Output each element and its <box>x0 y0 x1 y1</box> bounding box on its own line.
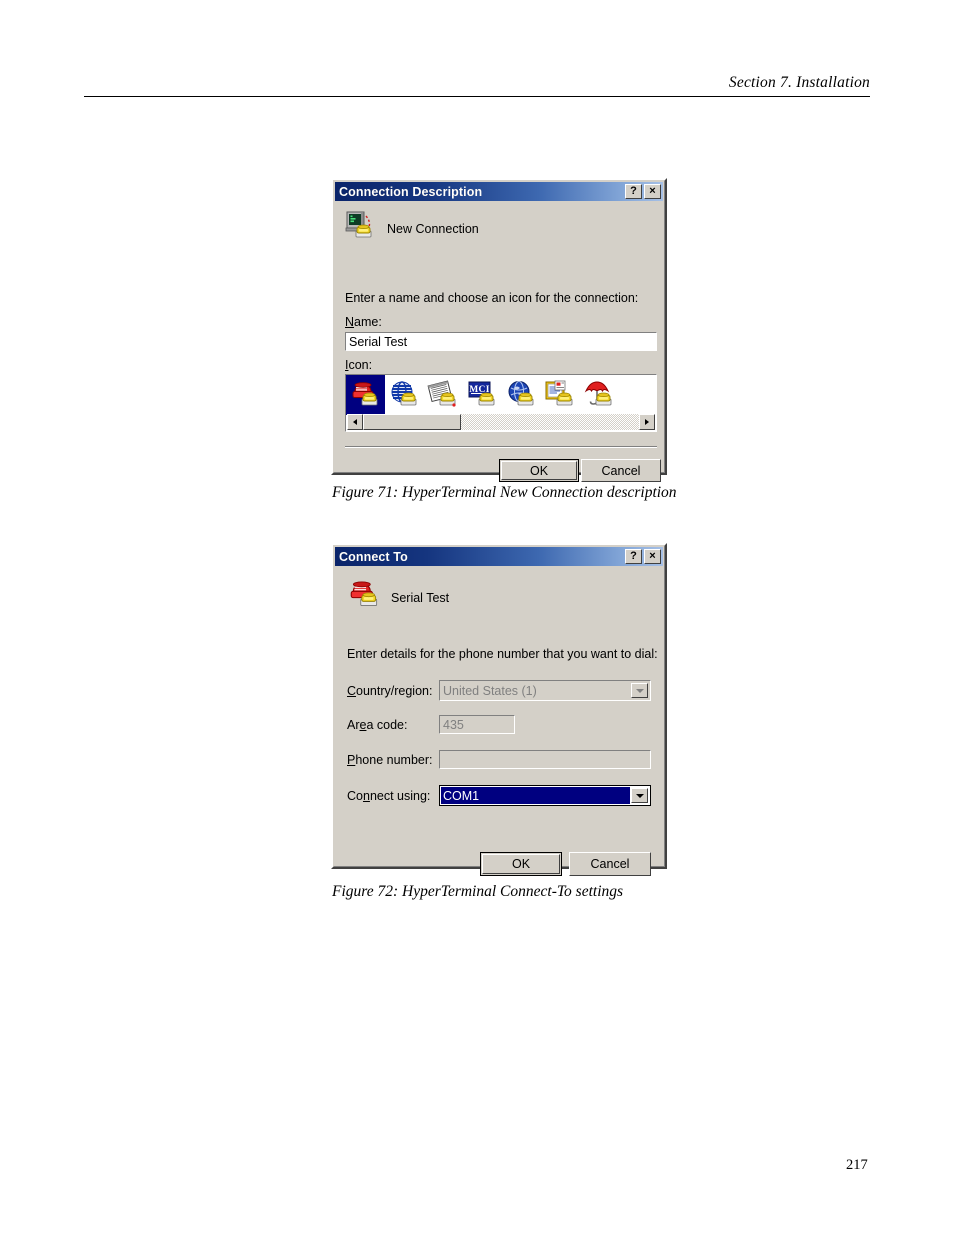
page-number: 217 <box>846 1157 868 1173</box>
ok-button[interactable]: OK <box>480 852 562 876</box>
figure-72-caption: Figure 72: HyperTerminal Connect-To sett… <box>332 883 624 900</box>
titlebar-buttons: ? × <box>625 549 663 564</box>
country-region-value: United States (1) <box>443 683 537 698</box>
connect-to-dialog[interactable]: Connect To ? × Serial Test Enter details… <box>331 543 667 876</box>
window-title: Connection Description <box>339 184 483 199</box>
icon-option-blue-globe-phone[interactable] <box>385 375 424 415</box>
connection-name-label: Serial Test <box>391 590 450 605</box>
dialog-body: Serial Test Enter details for the phone … <box>335 566 663 876</box>
connection-name-label: New Connection <box>387 221 479 236</box>
icon-option-mci-phone[interactable]: MCI <box>463 375 502 415</box>
connect-using-combobox[interactable]: COM1 <box>439 785 651 806</box>
help-icon[interactable]: ? <box>625 184 642 199</box>
icon-field-label: Icon: <box>345 358 373 372</box>
icon-strip: MCI <box>346 375 619 415</box>
area-code-label: Area code: <box>347 718 408 732</box>
window-title: Connect To <box>339 549 408 564</box>
computer-modem-icon <box>345 210 379 247</box>
dialog-prompt: Enter details for the phone number that … <box>347 647 658 661</box>
icon-option-red-umbrella-phone[interactable] <box>580 375 619 415</box>
dialog-body: New Connection Enter a name and choose a… <box>335 201 663 482</box>
red-telephone-icon <box>347 578 383 617</box>
icon-option-newspaper-phone[interactable] <box>424 375 463 415</box>
dialog-separator <box>345 446 657 448</box>
dialog-prompt: Enter a name and choose an icon for the … <box>345 291 639 305</box>
chevron-down-icon[interactable] <box>631 788 648 803</box>
figure-71-caption: Figure 71: HyperTerminal New Connection … <box>332 484 677 501</box>
country-region-label: Country/region: <box>347 684 433 698</box>
cancel-button-label: Cancel <box>601 463 641 478</box>
phone-number-label: Phone number: <box>347 753 433 767</box>
chevron-down-icon[interactable] <box>631 683 648 698</box>
name-input[interactable]: Serial Test <box>345 332 657 351</box>
scroll-left-icon[interactable] <box>347 414 363 430</box>
connection-description-dialog[interactable]: Connection Description ? × New Connectio… <box>331 178 667 482</box>
close-icon[interactable]: × <box>644 549 661 564</box>
cancel-button[interactable]: Cancel <box>569 852 651 876</box>
cancel-button-label: Cancel <box>590 857 630 871</box>
header-divider <box>84 96 870 97</box>
scrollbar-thumb[interactable] <box>363 414 461 430</box>
icon-option-document-clipboard-phone[interactable] <box>541 375 580 415</box>
ok-button-label: OK <box>529 463 549 478</box>
icon-option-red-telephone[interactable] <box>346 375 385 415</box>
icon-picker-listbox[interactable]: MCI <box>345 374 657 432</box>
connection-header: Serial Test <box>347 578 449 617</box>
scroll-right-icon[interactable] <box>639 414 655 430</box>
titlebar[interactable]: Connect To ? × <box>335 547 663 566</box>
ok-button[interactable]: OK <box>499 459 579 482</box>
connection-header: New Connection <box>345 210 479 247</box>
page-header: Section 7. Installation <box>84 74 870 92</box>
connect-using-label: Connect using: <box>347 789 431 803</box>
help-icon[interactable]: ? <box>625 549 642 564</box>
scrollbar-track[interactable] <box>363 414 639 430</box>
area-code-input[interactable]: 435 <box>439 715 515 734</box>
connect-using-value: COM1 <box>441 787 630 804</box>
country-region-combobox[interactable]: United States (1) <box>439 680 651 701</box>
ok-button-label: OK <box>511 857 531 871</box>
name-field-label: Name: <box>345 315 382 329</box>
cancel-button[interactable]: Cancel <box>581 459 661 482</box>
page-header-text: Section 7. Installation <box>728 74 870 91</box>
close-icon[interactable]: × <box>644 184 661 199</box>
titlebar[interactable]: Connection Description ? × <box>335 182 663 201</box>
phone-number-input[interactable] <box>439 750 651 769</box>
icon-list-hscrollbar[interactable] <box>347 414 655 430</box>
titlebar-buttons: ? × <box>625 184 663 199</box>
icon-option-blue-ge-globe-phone[interactable] <box>502 375 541 415</box>
